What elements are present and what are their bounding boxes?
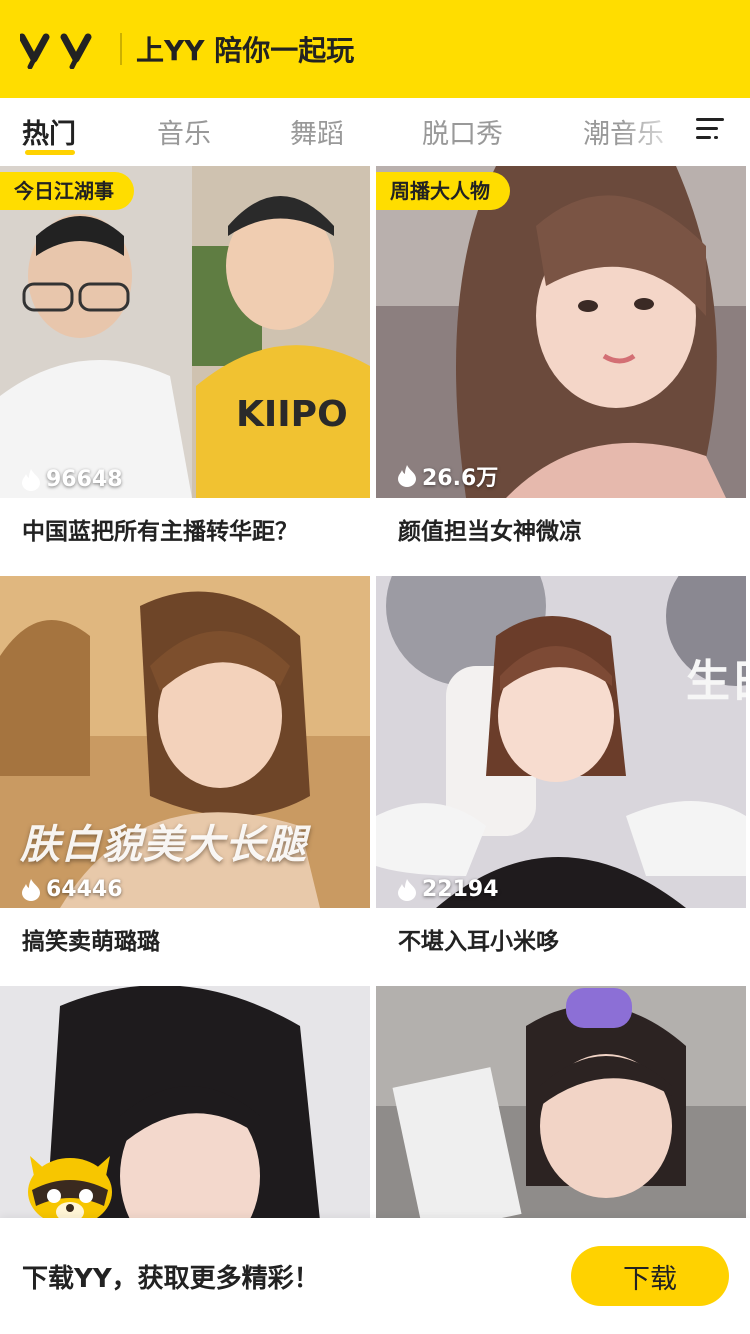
svg-text:KIIPO: KIIPO xyxy=(236,394,348,435)
category-tabs: 热门 音乐 舞蹈 脱口秀 潮音乐 xyxy=(0,98,750,166)
banner-text: 下载YY，获取更多精彩！ xyxy=(22,1264,320,1294)
active-tab-indicator xyxy=(25,150,75,155)
card-overlay-caption: 肤白貌美大长腿 xyxy=(20,822,307,868)
card-title[interactable]: 颜值担当女神微凉 xyxy=(376,498,746,576)
flame-icon xyxy=(22,468,40,491)
card-thumbnail[interactable]: 肤白貌美大长腿 64446 xyxy=(0,576,370,908)
flame-icon xyxy=(22,878,40,901)
tab-talkshow[interactable]: 脱口秀 xyxy=(422,112,503,151)
thumbnail-image: 生日 xyxy=(376,576,746,908)
card-badge: 今日江湖事 xyxy=(0,172,134,210)
yy-logo[interactable] xyxy=(20,29,102,69)
menu-icon[interactable] xyxy=(696,116,724,146)
card-title[interactable]: 中国蓝把所有主播转华距？ xyxy=(0,498,370,576)
viewer-count: 64446 xyxy=(22,877,123,902)
header-slogan: 上YY 陪你一起玩 xyxy=(136,34,355,67)
viewer-count-value: 96648 xyxy=(46,467,123,492)
tab-music[interactable]: 音乐 xyxy=(157,112,211,151)
thumbnail-image xyxy=(376,166,746,498)
viewer-count-value: 22194 xyxy=(422,877,499,902)
download-banner: 下载YY，获取更多精彩！ 下载 xyxy=(0,1218,750,1334)
tab-dance[interactable]: 舞蹈 xyxy=(290,112,344,151)
tabs-fade xyxy=(620,98,690,166)
card-title[interactable]: 搞笑卖萌璐璐 xyxy=(0,908,370,986)
download-button[interactable]: 下载 xyxy=(571,1246,729,1306)
live-card[interactable]: 肤白貌美大长腿 64446 搞笑卖萌璐璐 xyxy=(0,576,370,986)
card-thumbnail[interactable]: KIIPO 今日江湖事 96648 xyxy=(0,166,370,498)
viewer-count: 22194 xyxy=(398,877,499,902)
live-card[interactable]: KIIPO 今日江湖事 96648 中国蓝把所有主播转华距？ xyxy=(0,166,370,576)
flame-icon xyxy=(398,878,416,901)
live-card[interactable]: 生日 22194 不堪入耳小米哆 xyxy=(376,576,746,986)
header-divider xyxy=(120,33,122,65)
card-thumbnail[interactable]: 周播大人物 26.6万 xyxy=(376,166,746,498)
viewer-count: 96648 xyxy=(22,467,123,492)
viewer-count: 26.6万 xyxy=(398,460,498,492)
thumbnail-image: KIIPO xyxy=(0,166,370,498)
flame-icon xyxy=(398,465,416,487)
svg-text:生日: 生日 xyxy=(686,656,746,707)
tab-hot[interactable]: 热门 xyxy=(22,112,76,151)
live-card[interactable]: 周播大人物 26.6万 颜值担当女神微凉 xyxy=(376,166,746,576)
card-thumbnail[interactable]: 生日 22194 xyxy=(376,576,746,908)
viewer-count-value: 26.6万 xyxy=(422,466,499,491)
app-header: 上YY 陪你一起玩 xyxy=(0,0,750,98)
card-title[interactable]: 不堪入耳小米哆 xyxy=(376,908,746,986)
viewer-count-value: 64446 xyxy=(46,877,123,902)
card-badge: 周播大人物 xyxy=(376,172,510,210)
